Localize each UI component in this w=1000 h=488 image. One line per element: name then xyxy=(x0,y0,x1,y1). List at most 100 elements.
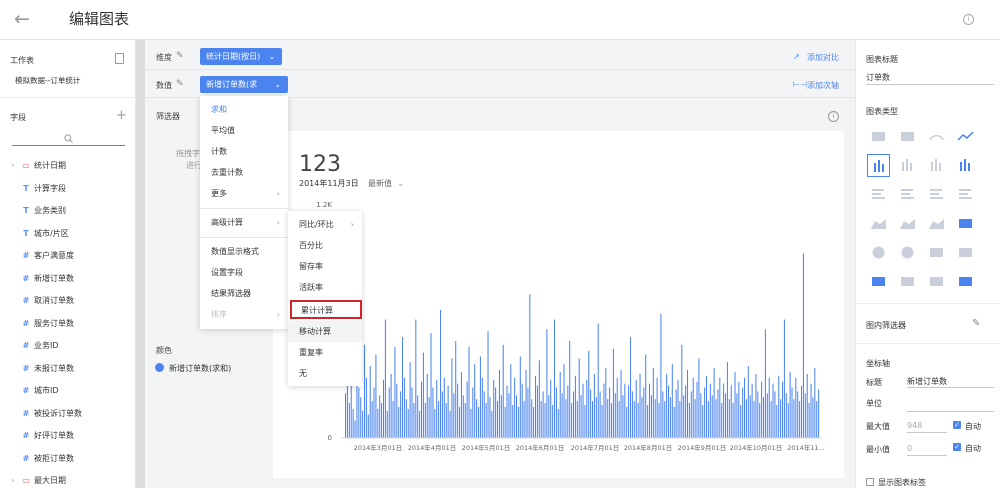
chart-bar xyxy=(618,401,620,438)
menu-item-avg[interactable]: 平均值 xyxy=(200,120,288,141)
pencil-icon[interactable]: ✎ xyxy=(972,318,980,329)
chart-type-ring-icon[interactable] xyxy=(896,241,919,264)
chart-bar xyxy=(609,387,611,438)
chart-type-column-2-icon[interactable] xyxy=(954,154,977,177)
show-labels-checkbox[interactable] xyxy=(866,478,874,486)
chart-bar xyxy=(383,379,385,438)
chart-bar xyxy=(713,368,715,438)
chart-type-gauge-icon[interactable] xyxy=(925,125,948,148)
menu-item-distinct-count[interactable]: 去重计数 xyxy=(200,162,288,183)
menu-item-field-settings[interactable]: 设置字段 xyxy=(200,262,288,283)
chart-bar xyxy=(688,403,690,438)
chart-bar xyxy=(430,333,432,438)
chart-bar xyxy=(514,377,516,438)
chart-type-grouped-column-icon[interactable] xyxy=(925,154,948,177)
chart-type-line-icon[interactable] xyxy=(954,125,977,148)
axis-title-input[interactable]: 新增订单数 xyxy=(907,376,994,388)
chart-bar xyxy=(388,387,390,438)
chart-bar xyxy=(650,395,652,438)
chart-bar xyxy=(801,385,803,438)
menu-item-sort[interactable]: 排序 › xyxy=(200,304,288,325)
chart-bar xyxy=(643,387,645,438)
menu-item-count[interactable]: 计数 xyxy=(200,141,288,162)
chart-bar xyxy=(443,377,445,438)
menu-item-retention[interactable]: 留存率 xyxy=(288,256,362,277)
chart-bar xyxy=(392,401,394,438)
chart-bar xyxy=(354,420,356,438)
chart-bar xyxy=(424,403,426,438)
chart-bar xyxy=(635,379,637,438)
menu-item-repeat-rate[interactable]: 重复率 xyxy=(288,342,362,363)
chart-bar xyxy=(728,399,730,438)
chart-type-area-icon[interactable] xyxy=(867,212,890,235)
chart-type-pie-icon[interactable] xyxy=(867,241,890,264)
chart-title-input[interactable]: 订单数 xyxy=(866,72,994,85)
chart-bar xyxy=(574,375,576,438)
chart-bar xyxy=(563,364,565,438)
chart-bar xyxy=(569,340,571,438)
chart-type-bar-horizontal-icon[interactable] xyxy=(867,183,890,206)
chart-bar xyxy=(360,397,362,438)
chart-type-bar-stacked-icon[interactable] xyxy=(896,183,919,206)
max-auto-checkbox[interactable]: ✓ xyxy=(953,421,961,429)
menu-item-sum[interactable]: 求和 xyxy=(200,99,288,120)
menu-item-sort-label: 排序 xyxy=(211,310,227,319)
menu-item-none[interactable]: 无 xyxy=(288,363,362,384)
unit-label: 单位 xyxy=(866,399,882,408)
chart-type-text-icon[interactable] xyxy=(925,270,948,293)
chart-bar xyxy=(698,358,700,438)
chart-bar xyxy=(673,406,675,438)
chart-type-funnel-icon[interactable] xyxy=(867,270,890,293)
chart-bar xyxy=(517,406,519,438)
menu-item-active-rate[interactable]: 活跃率 xyxy=(288,277,362,298)
chart-type-area-stacked-icon[interactable] xyxy=(896,212,919,235)
chart-bar xyxy=(681,344,683,438)
chart-bar xyxy=(654,399,656,438)
chart-type-area-2-icon[interactable] xyxy=(925,212,948,235)
chart-bar xyxy=(364,344,366,438)
chart-type-map-icon[interactable] xyxy=(954,241,977,264)
max-label: 最大值 xyxy=(866,422,890,431)
chart-bar xyxy=(565,399,567,438)
chart-bar xyxy=(694,399,696,438)
chart-type-bar-column-icon[interactable] xyxy=(867,154,890,177)
chart-bar xyxy=(422,352,424,438)
menu-item-result-filter[interactable]: 结果筛选器 xyxy=(200,283,288,304)
max-input[interactable]: 948 xyxy=(907,421,947,433)
chart-type-bar-2-icon[interactable] xyxy=(954,183,977,206)
chart-bar xyxy=(668,385,670,438)
menu-item-advanced[interactable]: 高级计算 › xyxy=(200,212,288,233)
chart-type-bar-grouped-icon[interactable] xyxy=(925,183,948,206)
chart-bar xyxy=(763,397,765,438)
menu-item-more[interactable]: 更多 › xyxy=(200,183,288,204)
chart-bar xyxy=(498,370,500,438)
menu-item-yoy[interactable]: 同比/环比 › xyxy=(288,214,362,235)
min-input[interactable]: 0 xyxy=(907,444,947,456)
menu-item-moving-calc[interactable]: 移动计算 xyxy=(288,321,362,342)
show-labels-label: 显示图表标签 xyxy=(878,478,926,487)
chart-bar xyxy=(489,397,491,438)
chart-bar xyxy=(384,319,386,438)
min-auto-checkbox[interactable]: ✓ xyxy=(953,443,961,451)
chart-type-scatter-icon[interactable] xyxy=(954,212,977,235)
chart-bar xyxy=(540,401,542,438)
inner-filter-label: 图内筛选器 xyxy=(866,321,906,330)
chart-type-table-icon[interactable] xyxy=(867,125,890,148)
chart-bar xyxy=(692,377,694,438)
menu-item-advanced-label: 高级计算 xyxy=(211,218,243,227)
chart-bar xyxy=(704,387,706,438)
chart-type-radar-icon[interactable] xyxy=(896,270,919,293)
menu-item-number-format[interactable]: 数值显示格式 xyxy=(200,241,288,262)
right-panel: 图表标题 订单数 图表类型 图内筛选器 ✎ 坐标轴 标题 新增订单数 单位 最大… xyxy=(855,40,1000,488)
chart-type-bubble-icon[interactable] xyxy=(925,241,948,264)
menu-item-percent[interactable]: 百分比 xyxy=(288,235,362,256)
chart-bar xyxy=(377,408,379,439)
chart-bar xyxy=(554,319,556,438)
menu-item-cumulative[interactable]: 累计计算 xyxy=(290,300,362,319)
chart-bar xyxy=(785,393,787,438)
chart-type-stacked-column-icon[interactable] xyxy=(896,154,919,177)
chart-type-kpi-icon[interactable] xyxy=(896,125,919,148)
unit-input[interactable] xyxy=(907,411,994,412)
chart-type-heatmap-icon[interactable] xyxy=(954,270,977,293)
chart-bar xyxy=(438,401,440,438)
